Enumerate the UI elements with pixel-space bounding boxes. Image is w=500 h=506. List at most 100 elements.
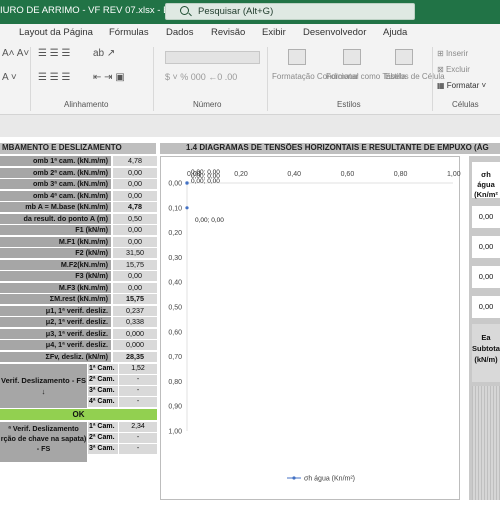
formula-area <box>0 115 500 137</box>
y-tick-label: 1,00 <box>168 429 182 436</box>
window-title: IURO DE ARRIMO - VF REV 07.xlsx - Excel <box>0 5 187 16</box>
y-tick-label: 0,40 <box>168 280 182 287</box>
hatched-cell <box>472 386 500 500</box>
row-value[interactable]: 0,00 <box>113 190 157 201</box>
subtotal-line3: (kN/m) <box>474 355 498 364</box>
format-as-table-button[interactable]: Formatar como Tabela <box>326 72 406 81</box>
row-label: da result. do ponto A (m) <box>0 213 112 224</box>
delete-label: Excluir <box>445 65 470 74</box>
cam-label: 4ª Cam. <box>88 397 118 407</box>
cam-label: 2ª Cam. <box>88 375 118 385</box>
cam-value[interactable]: 1,52 <box>119 364 157 374</box>
merge-icon[interactable]: ⇤ ⇥ ▣ <box>93 73 125 83</box>
chart-svg: 0,00 0,20 0,40 0,60 0,80 1,000,000,100,200,30… <box>168 169 461 483</box>
right-col-value: 0,00 <box>472 236 500 258</box>
row-value[interactable]: 0,00 <box>113 225 157 235</box>
row-label: μ4, 1ª verif. desliz. <box>0 340 112 350</box>
row-value[interactable]: 15,75 <box>113 294 157 304</box>
tab-ajuda[interactable]: Ajuda <box>383 27 407 38</box>
row-label: omb 2ª cam. (kN.m/m) <box>0 167 112 178</box>
tab-dados[interactable]: Dados <box>166 27 193 38</box>
cam-value[interactable]: 2,34 <box>119 422 157 432</box>
cam-label: 3ª Cam. <box>88 386 118 396</box>
right-col-value: 0,00 <box>472 266 500 288</box>
cam-value[interactable]: - <box>119 386 157 396</box>
conditional-format-button[interactable]: Formatação Condicional <box>272 72 359 81</box>
cam-value[interactable]: - <box>119 433 157 443</box>
number-format-dropdown[interactable] <box>165 51 260 64</box>
title-bar: IURO DE ARRIMO - VF REV 07.xlsx - Excel … <box>0 0 500 24</box>
data-label: 0,00; 0,00 <box>195 217 224 224</box>
row-value[interactable]: 0,00 <box>113 167 157 178</box>
group-label-estilos: Estilos <box>337 100 361 109</box>
fs2-label-line2: rção de chave na sapata) <box>0 434 87 443</box>
orientation-icon[interactable]: ab ↗ <box>93 49 115 59</box>
row-label: omb 1ª cam. (kN.m/m) <box>0 156 112 166</box>
fs2-label-line1: ª Verif. Deslizamento <box>8 424 79 433</box>
legend-marker <box>292 476 296 480</box>
tab-formulas[interactable]: Fórmulas <box>109 27 149 38</box>
conditional-format-icon <box>288 49 306 65</box>
insert-button[interactable]: ⊞ Inserir <box>437 49 468 58</box>
x-tick-label: 0,40 <box>287 171 301 178</box>
row-value[interactable]: 0,237 <box>113 305 157 316</box>
row-label: F1 (kN/m) <box>0 225 112 235</box>
row-label: ΣFv, desliz. (kN/m) <box>0 351 112 362</box>
number-format-icons[interactable]: $ ˅ % 000 ←0 .00 <box>165 73 237 82</box>
row-label: M.F3 (kN.m/m) <box>0 282 112 293</box>
row-value[interactable]: 4,78 <box>113 202 157 212</box>
row-label: μ1, 1ª verif. desliz. <box>0 305 112 316</box>
font-size-icon[interactable]: A˄ A˅ <box>2 49 29 59</box>
align-top-icon[interactable]: ☰ ☰ ☰ <box>38 49 70 59</box>
group-label-numero: Número <box>193 100 222 109</box>
search-box[interactable]: Pesquisar (Alt+G) <box>165 3 415 20</box>
align-left-icon[interactable]: ☰ ☰ ☰ <box>38 73 70 83</box>
insert-label: Inserir <box>445 49 469 58</box>
font-color-icon[interactable]: A ˅ <box>2 73 17 83</box>
cell-styles-button[interactable]: Estilos de Célula <box>385 72 445 81</box>
row-value[interactable]: 0,50 <box>113 213 157 224</box>
y-tick-label: 0,10 <box>168 205 182 212</box>
format-button[interactable]: ▦ Formatar ˅ <box>437 81 486 90</box>
group-label-alinhamento: Alinhamento <box>64 100 109 109</box>
y-tick-label: 0,90 <box>168 404 182 411</box>
right-col-value: 0,00 <box>472 296 500 318</box>
y-tick-label: 0,00 <box>168 181 182 188</box>
tab-desenvolvedor[interactable]: Desenvolvedor <box>303 27 366 38</box>
row-value[interactable]: 0,00 <box>113 282 157 293</box>
tab-revisao[interactable]: Revisão <box>211 27 245 38</box>
tab-exibir[interactable]: Exibir <box>262 27 286 38</box>
right-col-header-line2: (Kn/m² <box>474 190 498 199</box>
row-value[interactable]: 31,50 <box>113 248 157 258</box>
fs-verif-deslizamento-label: Verif. Deslizamento - FS ↓ <box>0 364 87 408</box>
cam-value[interactable]: - <box>119 444 157 454</box>
row-label: M.F1 (kN.m/m) <box>0 236 112 247</box>
cam-value[interactable]: - <box>119 375 157 385</box>
y-tick-label: 0,30 <box>168 255 182 262</box>
row-label: mb A = M.base (kN.m/m) <box>0 202 112 212</box>
cell-styles-icon <box>395 49 413 65</box>
row-value[interactable]: 0,00 <box>113 236 157 247</box>
x-tick-label: 0,20 <box>234 171 248 178</box>
cam-label: 3ª Cam. <box>88 444 118 454</box>
row-value[interactable]: 0,00 <box>113 271 157 281</box>
row-value[interactable]: 0,00 <box>113 179 157 189</box>
cam-value[interactable]: - <box>119 397 157 407</box>
row-value[interactable]: 4,78 <box>113 156 157 166</box>
delete-button[interactable]: ⊠ Excluir <box>437 65 470 74</box>
x-tick-label: 1,00 <box>447 171 461 178</box>
row-value[interactable]: 28,35 <box>113 351 157 362</box>
tab-layout-da-pagina[interactable]: Layout da Página <box>19 27 93 38</box>
group-label-celulas: Células <box>452 100 479 109</box>
subtotal-line1: Ea <box>481 333 491 342</box>
row-value[interactable]: 0,000 <box>113 340 157 350</box>
row-value[interactable]: 15,75 <box>113 259 157 270</box>
row-value[interactable]: 0,338 <box>113 317 157 327</box>
chart-container[interactable]: 0,00 0,20 0,40 0,60 0,80 1,00 0,00 0,10 0,20 0,30… <box>160 156 461 500</box>
y-tick-label: 0,70 <box>168 354 182 361</box>
format-label: Formatar <box>446 81 480 90</box>
row-value[interactable]: 0,000 <box>113 328 157 339</box>
cam-label: 1ª Cam. <box>88 422 118 432</box>
right-col-header-line1: σh água <box>477 170 495 189</box>
legend-label: σh água (Kn/m²) <box>304 476 355 483</box>
